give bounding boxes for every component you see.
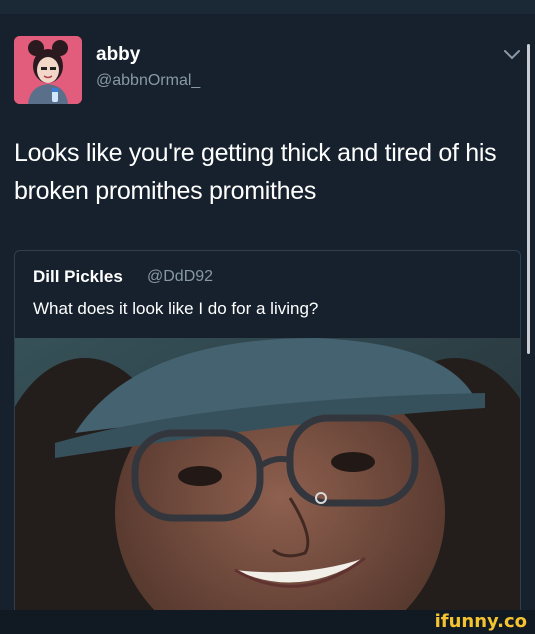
quoted-author-handle[interactable]: @DdD92 bbox=[147, 268, 213, 286]
chevron-down-icon[interactable] bbox=[502, 48, 522, 62]
tweet-card: abby @abbnOrmal_ Looks like you're getti… bbox=[0, 14, 535, 624]
author-handle[interactable]: @abbnOrmal_ bbox=[96, 72, 200, 90]
quoted-tweet[interactable]: Dill Pickles @DdD92 What does it look li… bbox=[14, 250, 521, 624]
quoted-photo[interactable] bbox=[15, 338, 520, 623]
top-strip bbox=[0, 0, 535, 14]
watermark-logo: ifunny.co bbox=[434, 611, 527, 632]
watermark-bar: ifunny.co bbox=[0, 610, 535, 634]
avatar[interactable] bbox=[14, 36, 82, 104]
tweet-text: Looks like you're getting thick and tire… bbox=[14, 139, 497, 205]
author-name[interactable]: abby bbox=[96, 44, 140, 66]
quoted-author-name[interactable]: Dill Pickles bbox=[33, 267, 123, 287]
quoted-tweet-text: What does it look like I do for a living… bbox=[33, 299, 319, 318]
avatar-illustration bbox=[14, 36, 82, 104]
scrollbar[interactable] bbox=[527, 44, 530, 354]
